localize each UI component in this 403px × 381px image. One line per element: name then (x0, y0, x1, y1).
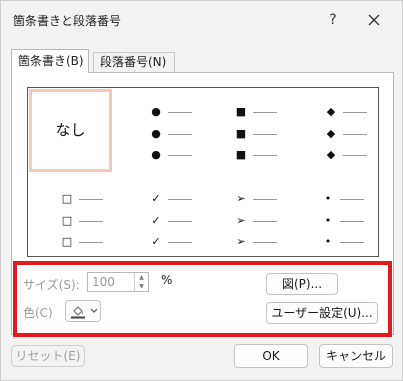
bullet-line (253, 112, 277, 113)
bullet-glyph: ➢ (236, 235, 246, 248)
bullet-line (253, 221, 277, 222)
bullet-option-none[interactable]: なし (29, 89, 112, 172)
tab-numbering[interactable]: 段落番号(N) (93, 52, 175, 72)
bullet-glyph: ■ (235, 127, 247, 140)
bullet-option-filled-square[interactable]: ■ ■ ■ (203, 89, 286, 172)
close-button[interactable] (363, 9, 385, 31)
bullet-option-small-dot[interactable]: • • • (290, 174, 373, 257)
help-button[interactable]: ? (323, 10, 343, 30)
bullet-glyph: ✓ (151, 192, 161, 205)
ok-button[interactable]: OK (234, 344, 308, 368)
bullet-glyph: ● (151, 127, 161, 140)
none-label: なし (55, 121, 86, 139)
bullet-line (79, 242, 103, 243)
bullet-line (168, 221, 192, 222)
bullet-line (253, 242, 277, 243)
highlight-box (13, 261, 392, 337)
bullet-glyph: ➢ (236, 214, 246, 227)
bullet-glyph: ■ (235, 148, 247, 161)
bullet-glyph: ■ (235, 105, 247, 118)
bullet-option-hollow-square[interactable]: □ □ □ (29, 174, 112, 257)
bullet-line (340, 221, 364, 222)
bullet-glyph: ➢ (236, 192, 246, 205)
bullet-line (168, 134, 192, 135)
bullet-glyph: ◆ (326, 148, 336, 161)
bullet-line (79, 221, 103, 222)
bullet-option-filled-circle[interactable]: ● ● ● (116, 89, 199, 172)
bullet-line (168, 242, 192, 243)
bullet-glyph: ◆ (326, 127, 336, 140)
bullet-line (168, 112, 192, 113)
bullet-line (340, 199, 364, 200)
tab-bullets[interactable]: 箇条書き(B) (11, 49, 89, 73)
bullet-gallery: なし ● ● ● ■ ■ ■ ◆ ◆ ◆ □ □ □ ✓ ✓ ✓ ➢ ➢ ➢ •… (27, 87, 379, 257)
bullet-line (343, 134, 367, 135)
bullet-glyph: • (324, 235, 332, 248)
bullet-glyph: □ (61, 214, 73, 227)
bullet-line (253, 199, 277, 200)
dialog-title: 箇条書きと段落番号 (13, 14, 122, 28)
bullet-glyph: • (324, 192, 332, 205)
bullet-glyph: □ (61, 235, 73, 248)
bullet-glyph: ✓ (151, 235, 161, 248)
bullet-line (343, 155, 367, 156)
bullet-glyph: ◆ (326, 105, 336, 118)
close-icon (368, 14, 380, 26)
bullet-line (253, 155, 277, 156)
bullet-line (168, 199, 192, 200)
bullet-option-check[interactable]: ✓ ✓ ✓ (116, 174, 199, 257)
reset-button[interactable]: リセット(E) (11, 345, 85, 367)
bullet-line (343, 112, 367, 113)
bullet-glyph: ● (151, 105, 161, 118)
bullet-glyph: ✓ (151, 214, 161, 227)
bullet-glyph: □ (61, 192, 73, 205)
title-bar: 箇条書きと段落番号 ? (1, 1, 402, 39)
bullet-line (253, 134, 277, 135)
bullets-numbering-dialog: 箇条書きと段落番号 ? 箇条書き(B) 段落番号(N) なし ● ● ● ■ ■… (0, 0, 403, 381)
bullet-line (340, 242, 364, 243)
bullet-glyph: ● (151, 148, 161, 161)
bullet-option-diamond[interactable]: ◆ ◆ ◆ (290, 89, 373, 172)
cancel-button[interactable]: キャンセル (319, 344, 393, 368)
bullet-glyph: • (324, 214, 332, 227)
bullet-line (79, 199, 103, 200)
bullet-option-arrowhead[interactable]: ➢ ➢ ➢ (203, 174, 286, 257)
bullet-line (168, 155, 192, 156)
